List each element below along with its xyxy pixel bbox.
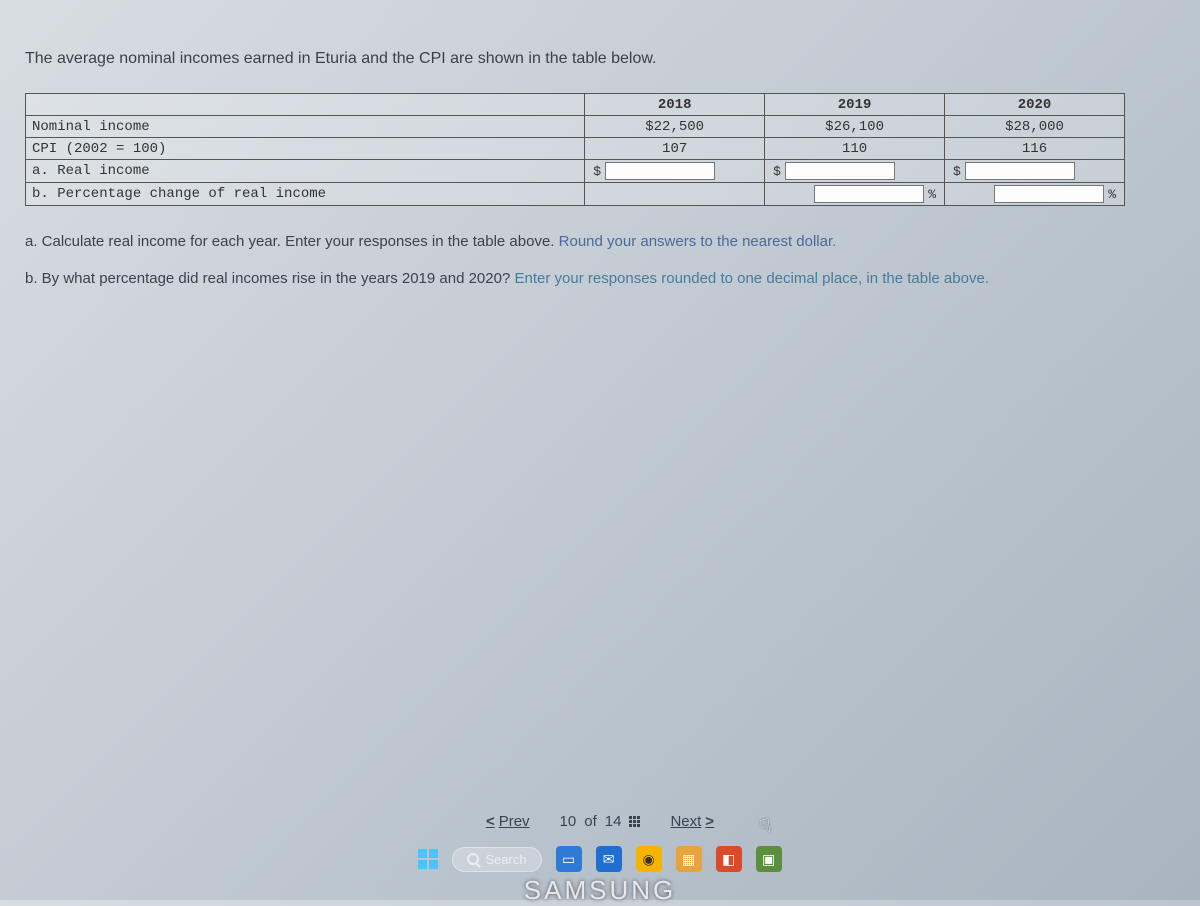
cpi-2018: 107: [585, 138, 765, 160]
taskbar-app-icon[interactable]: ◉: [636, 846, 662, 872]
row-cpi-label: CPI (2002 = 100): [26, 138, 585, 160]
col-2020: 2020: [945, 94, 1125, 116]
pct-change-2019-input[interactable]: [814, 185, 924, 203]
row-pct-change-label: b. Percentage change of real income: [26, 183, 585, 206]
chevron-left-icon: <: [486, 813, 495, 830]
page-indicator: 10 of 14: [560, 813, 641, 830]
percent-suffix: %: [926, 187, 938, 202]
monitor-bezel-brand: SAMSUNG: [0, 875, 1200, 906]
pct-2018-empty: [585, 183, 765, 206]
real-income-2018-input[interactable]: [605, 162, 715, 180]
nominal-2018: $22,500: [585, 116, 765, 138]
question-b-hint: Enter your responses rounded to one deci…: [514, 270, 988, 287]
page-total: 14: [605, 813, 622, 830]
real-income-2019-input[interactable]: [785, 162, 895, 180]
dollar-prefix: $: [951, 164, 963, 179]
taskbar-app-icon[interactable]: ✉: [596, 846, 622, 872]
page-current: 10: [560, 813, 577, 830]
prev-label: Prev: [499, 813, 530, 830]
intro-text: The average nominal incomes earned in Et…: [25, 50, 1175, 68]
pct-change-2020-input[interactable]: [994, 185, 1104, 203]
row-nominal-income-label: Nominal income: [26, 116, 585, 138]
question-b: b. By what percentage did real incomes r…: [25, 268, 1175, 291]
nominal-2019: $26,100: [765, 116, 945, 138]
taskbar-app-icon[interactable]: ▭: [556, 846, 582, 872]
question-a-text: a. Calculate real income for each year. …: [25, 233, 559, 250]
taskbar-app-icon[interactable]: ▦: [676, 846, 702, 872]
real-income-2020-input[interactable]: [965, 162, 1075, 180]
col-2018: 2018: [585, 94, 765, 116]
question-b-text: b. By what percentage did real incomes r…: [25, 270, 514, 287]
row-real-income-label: a. Real income: [26, 160, 585, 183]
taskbar-search-placeholder: Search: [485, 852, 526, 867]
data-table: 2018 2019 2020 Nominal income $22,500 $2…: [25, 93, 1125, 206]
cpi-2019: 110: [765, 138, 945, 160]
dollar-prefix: $: [591, 164, 603, 179]
question-nav: < Prev 10 of 14 Next >: [0, 813, 1200, 830]
taskbar-app-icon[interactable]: ◧: [716, 846, 742, 872]
taskbar-app-icon[interactable]: ▣: [756, 846, 782, 872]
chevron-right-icon: >: [705, 813, 714, 830]
nominal-2020: $28,000: [945, 116, 1125, 138]
page-of: of: [584, 813, 597, 830]
search-icon: [467, 853, 479, 865]
prev-button[interactable]: < Prev: [486, 813, 530, 830]
windows-taskbar: Search ▭ ✉ ◉ ▦ ◧ ▣: [0, 838, 1200, 880]
next-label: Next: [670, 813, 701, 830]
grid-icon[interactable]: [629, 816, 640, 827]
windows-start-icon[interactable]: [418, 849, 438, 869]
col-2019: 2019: [765, 94, 945, 116]
percent-suffix: %: [1106, 187, 1118, 202]
dollar-prefix: $: [771, 164, 783, 179]
next-button[interactable]: Next >: [670, 813, 714, 830]
cpi-2020: 116: [945, 138, 1125, 160]
taskbar-search[interactable]: Search: [452, 847, 541, 872]
question-a: a. Calculate real income for each year. …: [25, 231, 1175, 254]
blank-header: [26, 94, 585, 116]
question-a-hint: Round your answers to the nearest dollar…: [559, 233, 837, 250]
